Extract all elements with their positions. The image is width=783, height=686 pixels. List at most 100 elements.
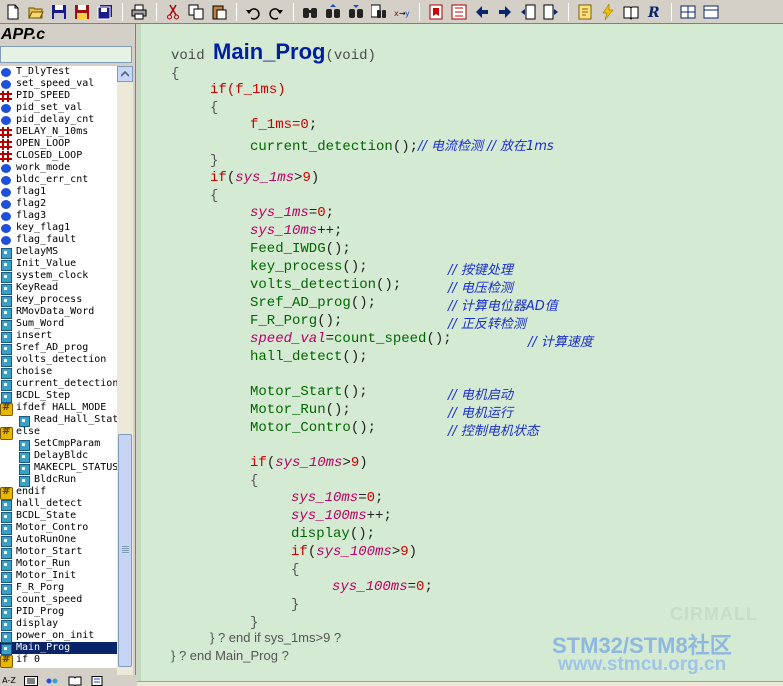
symbol-list-item[interactable]: BldcRun: [0, 474, 117, 487]
find-next-icon[interactable]: [322, 2, 343, 22]
editor-horizontal-scrollbar[interactable]: [137, 681, 783, 686]
symbol-info-icon[interactable]: [574, 2, 595, 22]
redo-icon[interactable]: [265, 2, 286, 22]
symbol-list-item[interactable]: BCDL_State: [0, 510, 117, 523]
tab-symbol-view[interactable]: [44, 675, 62, 686]
symbol-list-item[interactable]: Motor_Contro: [0, 522, 117, 535]
symbol-list-item[interactable]: insert: [0, 330, 117, 343]
assign-num: 0: [366, 490, 376, 506]
scrollbar-thumb[interactable]: [118, 434, 132, 667]
symbol-label: else: [16, 426, 41, 437]
symbol-list-item[interactable]: set_speed_val: [0, 78, 117, 90]
undo-icon[interactable]: [242, 2, 263, 22]
find-previous-icon[interactable]: [345, 2, 366, 22]
compare-op: >: [342, 455, 351, 471]
symbol-list-item[interactable]: current_detection: [0, 378, 117, 391]
symbol-list-item[interactable]: DELAY_N_10ms: [0, 126, 117, 138]
symbol-list-item[interactable]: Sref_AD_prog: [0, 342, 117, 355]
symbol-list-item[interactable]: PID_Prog: [0, 606, 117, 619]
symbol-list-item[interactable]: bldc_err_cnt: [0, 174, 117, 186]
lightning-icon[interactable]: [597, 2, 618, 22]
symbol-list-item[interactable]: Motor_Run: [0, 558, 117, 571]
open-folder-icon[interactable]: [25, 2, 46, 22]
find-icon[interactable]: [299, 2, 320, 22]
jump-next-icon[interactable]: [517, 2, 538, 22]
symbol-list-item[interactable]: count_speed: [0, 594, 117, 607]
symbol-list-item[interactable]: flag2: [0, 198, 117, 210]
layout-grid-icon[interactable]: [677, 2, 698, 22]
symbol-list-item[interactable]: work_mode: [0, 162, 117, 174]
symbol-list-item[interactable]: Motor_Start: [0, 546, 117, 559]
symbol-list-item[interactable]: key_process: [0, 294, 117, 307]
symbol-list-item[interactable]: DelayBldc: [0, 450, 117, 463]
symbol-list-item[interactable]: Sum_Word: [0, 318, 117, 331]
code-editor[interactable]: void Main_Prog(void) { if(f_1ms) { f_1ms…: [137, 24, 783, 686]
symbol-list-item[interactable]: F_R_Porg: [0, 582, 117, 595]
symbol-list-item[interactable]: AutoRunOne: [0, 534, 117, 547]
variable-icon: [0, 115, 12, 126]
symbol-list-item[interactable]: OPEN_LOOP: [0, 138, 117, 150]
symbol-list-item[interactable]: choise: [0, 366, 117, 379]
save-all-icon[interactable]: [94, 2, 115, 22]
symbol-list-item[interactable]: if 0: [0, 654, 117, 668]
symbol-list-item[interactable]: Motor_Init: [0, 570, 117, 583]
save-icon[interactable]: [48, 2, 69, 22]
r-logo-icon[interactable]: R: [643, 2, 664, 22]
tab-list-view[interactable]: [22, 675, 40, 686]
symbol-list-item[interactable]: else: [0, 426, 117, 440]
replace-icon[interactable]: x → y: [391, 2, 412, 22]
symbol-list-item[interactable]: flag_fault: [0, 234, 117, 246]
bookmark-list-icon[interactable]: [448, 2, 469, 22]
symbol-list-item[interactable]: endif: [0, 486, 117, 500]
cut-icon[interactable]: [162, 2, 183, 22]
symbol-list-item[interactable]: power_on_init: [0, 630, 117, 643]
tab-book-view[interactable]: [66, 675, 84, 686]
symbol-list-item[interactable]: DelayMS: [0, 246, 117, 259]
save-as-icon[interactable]: [71, 2, 92, 22]
symbol-list-scrollbar[interactable]: [117, 66, 133, 686]
comment: // 按键处理: [448, 263, 513, 278]
symbol-list-item[interactable]: Main_Prog: [0, 642, 117, 655]
variable-icon: [0, 223, 12, 234]
symbol-list-item[interactable]: SetCmpParam: [0, 438, 117, 451]
symbol-list-item[interactable]: system_clock: [0, 270, 117, 283]
jump-back-icon[interactable]: [540, 2, 561, 22]
symbol-list-item[interactable]: T_DlyTest: [0, 66, 117, 78]
symbol-list-item[interactable]: flag1: [0, 186, 117, 198]
paste-icon[interactable]: [208, 2, 229, 22]
symbol-list-item[interactable]: volts_detection: [0, 354, 117, 367]
arrow-right-icon[interactable]: [494, 2, 515, 22]
symbol-list-item[interactable]: CLOSED_LOOP: [0, 150, 117, 162]
tab-sort-az[interactable]: A-Z: [0, 675, 18, 686]
symbol-list-item[interactable]: RMovData_Word: [0, 306, 117, 319]
symbol-list-item[interactable]: PID_SPEED: [0, 90, 117, 102]
bookmark-toggle-icon[interactable]: [425, 2, 446, 22]
symbol-list-item[interactable]: KeyRead: [0, 282, 117, 295]
layout-split-icon[interactable]: [700, 2, 721, 22]
new-file-icon[interactable]: [2, 2, 23, 22]
symbol-list-item[interactable]: ifdef HALL_MODE: [0, 402, 117, 416]
book-icon[interactable]: [620, 2, 641, 22]
symbol-list-item[interactable]: pid_delay_cnt: [0, 114, 117, 126]
find-in-files-icon[interactable]: [368, 2, 389, 22]
symbol-list-item[interactable]: hall_detect: [0, 498, 117, 511]
symbol-list[interactable]: T_DlyTest set_speed_val PID_SPEED pid_set_v…: [0, 66, 117, 668]
symbol-list-item[interactable]: MAKECPL_STATUS: [0, 462, 117, 475]
tab-file-view[interactable]: [88, 675, 106, 686]
copy-icon[interactable]: [185, 2, 206, 22]
comment: // 计算电位器AD值: [448, 299, 558, 314]
symbol-filter-input[interactable]: [0, 46, 132, 63]
scroll-up-button[interactable]: [117, 66, 133, 82]
symbol-list-item[interactable]: key_flag1: [0, 222, 117, 234]
print-icon[interactable]: [128, 2, 149, 22]
arrow-left-icon[interactable]: [471, 2, 492, 22]
symbol-list-item[interactable]: Init_Value: [0, 258, 117, 271]
symbol-list-item[interactable]: display: [0, 618, 117, 631]
semicolon: ;: [308, 117, 318, 133]
symbol-list-item[interactable]: pid_set_val: [0, 102, 117, 114]
symbol-list-item[interactable]: Read_Hall_Stat: [0, 414, 117, 427]
assign-var: sys_10ms: [291, 490, 359, 506]
conditional-icon: [0, 654, 13, 668]
symbol-list-item[interactable]: flag3: [0, 210, 117, 222]
symbol-list-item[interactable]: BCDL_Step: [0, 390, 117, 403]
